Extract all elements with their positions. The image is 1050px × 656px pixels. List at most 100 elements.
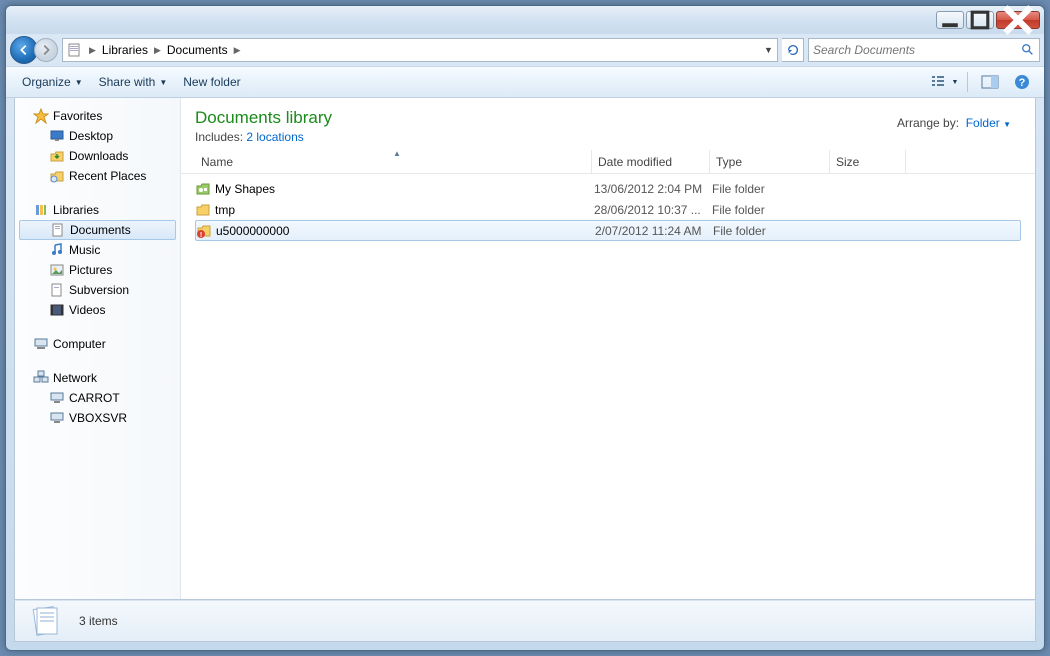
column-type[interactable]: Type	[710, 150, 830, 173]
sidebar-item-label: Computer	[53, 337, 106, 351]
recent-icon	[49, 168, 65, 184]
close-button[interactable]	[996, 11, 1040, 29]
sidebar-favorites[interactable]: Favorites	[15, 106, 180, 126]
sidebar-item-label: Downloads	[69, 149, 128, 163]
shapes-folder-icon	[195, 181, 211, 197]
file-row[interactable]: My Shapes 13/06/2012 2:04 PM File folder	[195, 178, 1021, 199]
sidebar-group-libraries: Libraries Documents Music Pictures Subve…	[15, 200, 180, 320]
libraries-icon	[33, 202, 49, 218]
network-icon	[33, 370, 49, 386]
pictures-icon	[49, 262, 65, 278]
toolbar-right: ▼ ?	[931, 71, 1036, 93]
file-date: 13/06/2012 2:04 PM	[588, 182, 706, 196]
breadcrumb[interactable]: ▶ Libraries ▶ Documents ▶ ▼	[62, 38, 778, 62]
view-button[interactable]: ▼	[931, 71, 959, 93]
refresh-button[interactable]	[782, 38, 804, 62]
help-button[interactable]: ?	[1008, 71, 1036, 93]
sidebar-music[interactable]: Music	[15, 240, 180, 260]
sidebar-item-label: Documents	[70, 223, 131, 237]
locations-link[interactable]: 2 locations	[246, 130, 303, 144]
breadcrumb-dropdown[interactable]: ▼	[759, 45, 777, 55]
column-label: Name	[201, 155, 233, 169]
search-box[interactable]	[808, 38, 1040, 62]
breadcrumb-libraries[interactable]: Libraries	[98, 43, 152, 57]
maximize-button[interactable]	[966, 11, 994, 29]
chevron-down-icon: ▼	[1003, 120, 1011, 129]
share-button[interactable]: Share with▼	[91, 71, 176, 93]
file-type: File folder	[706, 182, 826, 196]
sidebar-item-label: Music	[69, 243, 100, 257]
new-folder-button[interactable]: New folder	[175, 71, 248, 93]
sidebar-documents[interactable]: Documents	[19, 220, 176, 240]
statusbar: 3 items	[14, 600, 1036, 642]
sort-asc-icon: ▲	[393, 149, 401, 158]
sidebar-computer[interactable]: Computer	[15, 334, 180, 354]
organize-label: Organize	[22, 75, 71, 89]
sidebar-item-label: VBOXSVR	[69, 411, 127, 425]
computer-icon	[33, 336, 49, 352]
column-label: Date modified	[598, 155, 672, 169]
column-name[interactable]: Name ▲	[195, 150, 592, 173]
file-name: u5000000000	[216, 224, 289, 238]
sidebar-item-label: Favorites	[53, 109, 102, 123]
file-type: File folder	[707, 224, 827, 238]
sidebar-subversion[interactable]: Subversion	[15, 280, 180, 300]
file-list: My Shapes 13/06/2012 2:04 PM File folder…	[181, 174, 1035, 245]
computer-icon	[49, 390, 65, 406]
chevron-down-icon: ▼	[952, 79, 959, 86]
column-label: Size	[836, 155, 859, 169]
computer-icon	[49, 410, 65, 426]
sidebar-item-label: Videos	[69, 303, 105, 317]
titlebar	[6, 6, 1044, 34]
folder-icon	[195, 202, 211, 218]
star-icon	[33, 108, 49, 124]
chevron-right-icon[interactable]: ▶	[152, 45, 163, 56]
sidebar-item-label: Pictures	[69, 263, 112, 277]
chevron-right-icon[interactable]: ▶	[232, 45, 243, 56]
navbar: ▶ Libraries ▶ Documents ▶ ▼	[6, 34, 1044, 66]
file-name: My Shapes	[215, 182, 275, 196]
library-subtitle: Includes: 2 locations	[195, 130, 1021, 144]
sidebar-downloads[interactable]: Downloads	[15, 146, 180, 166]
chevron-down-icon: ▼	[75, 78, 83, 87]
body: Favorites Desktop Downloads Recent Place…	[14, 98, 1036, 600]
sidebar-carrot[interactable]: CARROT	[15, 388, 180, 408]
column-date[interactable]: Date modified	[592, 150, 710, 173]
search-icon	[1021, 43, 1035, 57]
includes-label: Includes:	[195, 130, 243, 144]
sidebar-desktop[interactable]: Desktop	[15, 126, 180, 146]
search-input[interactable]	[813, 43, 1021, 57]
breadcrumb-documents[interactable]: Documents	[163, 43, 232, 57]
folder-icon	[67, 42, 83, 58]
svg-text:!: !	[200, 232, 202, 239]
chevron-right-icon[interactable]: ▶	[87, 45, 98, 56]
sidebar-vboxsvr[interactable]: VBOXSVR	[15, 408, 180, 428]
desktop-icon	[49, 128, 65, 144]
file-row[interactable]: tmp 28/06/2012 10:37 ... File folder	[195, 199, 1021, 220]
sidebar-item-label: Subversion	[69, 283, 129, 297]
forward-button[interactable]	[34, 38, 58, 62]
documents-icon	[50, 222, 66, 238]
documents-large-icon	[27, 604, 67, 638]
file-row[interactable]: ! u5000000000 2/07/2012 11:24 AM File fo…	[195, 220, 1021, 241]
organize-button[interactable]: Organize ▼	[14, 71, 91, 93]
separator	[967, 72, 968, 92]
arrange-value: Folder	[966, 116, 1000, 130]
minimize-button[interactable]	[936, 11, 964, 29]
preview-pane-button[interactable]	[976, 71, 1004, 93]
sidebar-recent[interactable]: Recent Places	[15, 166, 180, 186]
sidebar-item-label: CARROT	[69, 391, 120, 405]
sidebar-group-computer: Computer	[15, 334, 180, 354]
column-size[interactable]: Size	[830, 150, 906, 173]
nav-buttons	[10, 36, 58, 64]
sidebar-videos[interactable]: Videos	[15, 300, 180, 320]
status-count: 3 items	[79, 614, 118, 628]
sidebar-network[interactable]: Network	[15, 368, 180, 388]
arrange-by[interactable]: Arrange by: Folder ▼	[897, 116, 1011, 130]
sidebar-item-label: Recent Places	[69, 169, 146, 183]
sidebar-libraries[interactable]: Libraries	[15, 200, 180, 220]
sidebar-pictures[interactable]: Pictures	[15, 260, 180, 280]
share-label: Share with	[99, 75, 156, 89]
sidebar-group-network: Network CARROT VBOXSVR	[15, 368, 180, 428]
column-headers: Name ▲ Date modified Type Size	[181, 150, 1035, 174]
